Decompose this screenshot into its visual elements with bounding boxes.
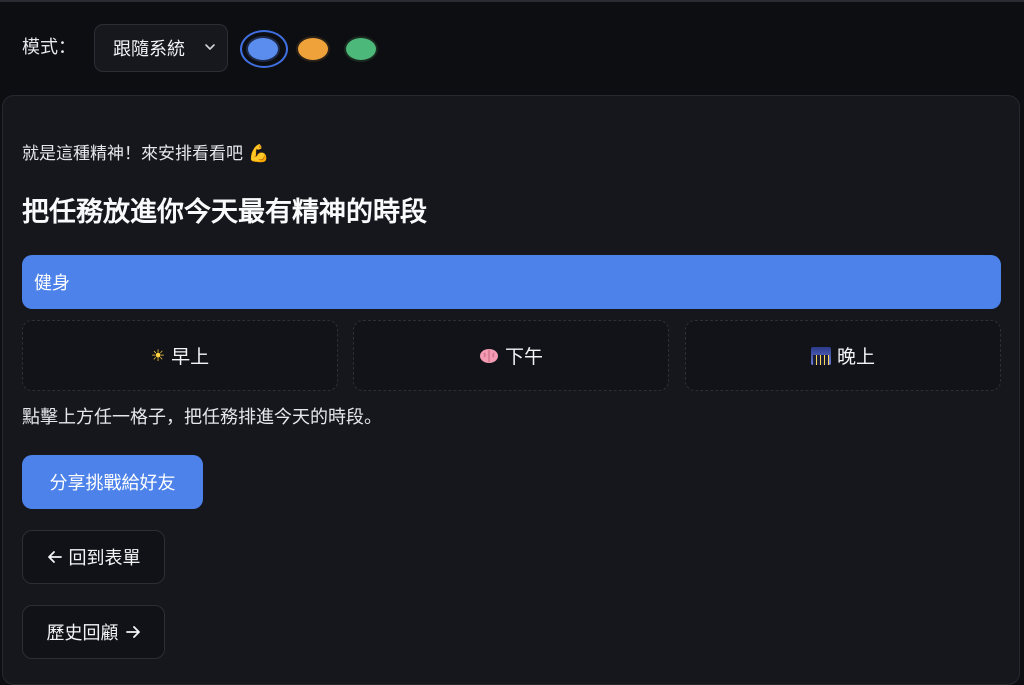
share-button-label: 分享挑戰給好友 <box>49 473 176 494</box>
page-title: 把任務放進你今天最有精神的時段 <box>22 197 427 228</box>
slot-afternoon-label: 下午 <box>504 346 543 368</box>
arrow-left-icon <box>47 551 62 563</box>
encouragement-text: 就是這種精神！來安排看看吧 💪 <box>22 144 270 164</box>
theme-green-swatch[interactable] <box>344 36 378 62</box>
back-to-form-button[interactable]: 回到表單 <box>22 530 165 584</box>
share-challenge-button[interactable]: 分享挑戰給好友 <box>22 455 203 509</box>
mode-select[interactable]: 跟隨系統 <box>94 24 228 72</box>
theme-orange-swatch[interactable] <box>296 36 330 62</box>
chevron-down-icon <box>205 44 215 50</box>
history-button-label: 歷史回顧 <box>46 623 119 644</box>
back-button-label: 回到表單 <box>68 548 141 569</box>
hint-text: 點擊上方任一格子，把任務排進今天的時段。 <box>22 407 382 428</box>
mode-label: 模式： <box>22 37 76 58</box>
task-item[interactable]: 健身 <box>22 255 1001 309</box>
task-label: 健身 <box>34 273 70 294</box>
brain-icon <box>479 348 498 363</box>
toolbar: 模式： 跟隨系統 <box>0 0 1024 95</box>
night-city-icon <box>810 346 831 365</box>
slot-afternoon[interactable]: 下午 <box>353 320 669 391</box>
slot-morning-label: 早上 <box>171 346 210 368</box>
history-review-button[interactable]: 歷史回顧 <box>22 605 165 659</box>
slot-night[interactable]: 晚上 <box>685 320 1001 391</box>
slot-morning[interactable]: ☀ 早上 <box>22 320 338 391</box>
mode-select-value: 跟隨系統 <box>113 39 185 60</box>
slot-night-label: 晚上 <box>836 346 875 368</box>
sun-icon: ☀ <box>150 346 166 365</box>
arrow-right-icon <box>125 626 140 638</box>
theme-blue-swatch[interactable] <box>246 36 280 62</box>
